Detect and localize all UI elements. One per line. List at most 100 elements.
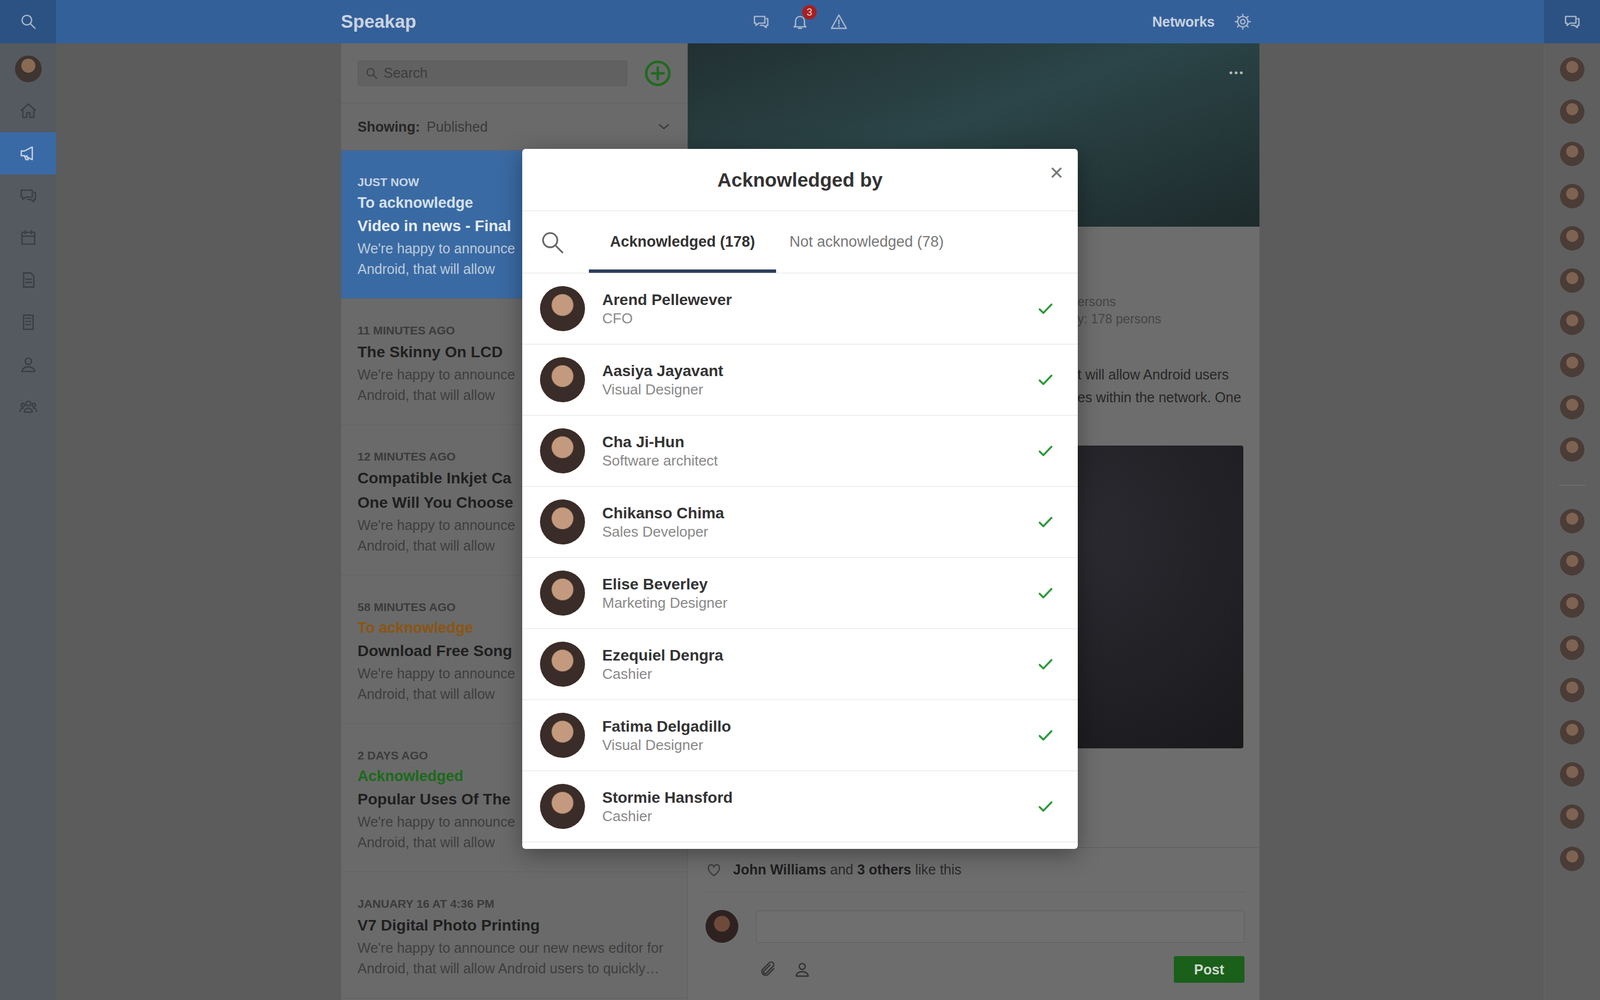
search-field[interactable]: Search [357,60,628,87]
search-icon[interactable] [540,230,565,255]
person-row[interactable]: Elise BeverleyMarketing Designer [522,557,1078,629]
contact-avatar[interactable] [1560,437,1585,462]
post-button[interactable]: Post [1173,956,1244,983]
person-row[interactable]: Fatima DelgadilloVisual Designer [522,700,1078,772]
person-name: Stormie Hansford [602,788,1020,808]
add-icon[interactable] [643,59,672,88]
likes-text[interactable]: John Williams and 3 others like this [733,861,962,878]
app-root: Speakap 3 Networks Search Showing:Published J… [0,0,1600,1000]
group-icon[interactable] [18,397,38,417]
sidebar-item[interactable] [0,258,57,302]
person-name: Cha Ji-Hun [602,432,1020,452]
tab-bar: Acknowledged (178)Not acknowledged (78) [522,211,1078,274]
person-role: CFO [602,309,1020,328]
person-role: Visual Designer [602,380,1020,399]
sidebar-item[interactable] [0,216,57,259]
chat-icon[interactable] [1563,12,1582,31]
person-row[interactable]: Aasiya JayavantVisual Designer [522,344,1078,416]
sidebar-item[interactable] [0,132,57,175]
contact-avatar[interactable] [1560,352,1585,378]
tab[interactable]: Acknowledged (178) [588,211,777,273]
person-avatar [540,286,585,332]
feed-item[interactable]: JANUARY 16 AT 4:36 PMV7 Digital Photo Pr… [341,872,688,999]
contact-avatar[interactable] [1560,677,1585,703]
close-button[interactable]: × [1049,161,1064,185]
sidebar-item[interactable] [0,90,57,133]
person-name: Ezequiel Dengra [602,646,1020,665]
calendar-icon[interactable] [18,228,38,248]
person-avatar [540,570,585,616]
global-search[interactable] [0,0,57,44]
feed-item-excerpt: We're happy to announce our new news edi… [357,937,672,959]
divider [1558,485,1586,486]
sidebar [0,43,57,1000]
person-role: Cashier [602,665,1020,683]
person-row[interactable]: Chikanso ChimaSales Developer [522,486,1078,558]
notification-badge: 3 [802,5,817,20]
feed-item-excerpt: Android, that will allow Android users t… [357,958,672,979]
person-avatar [540,428,585,474]
filter-dropdown[interactable]: Showing:Published [341,103,688,151]
sidebar-item[interactable] [0,343,57,386]
search-icon[interactable] [19,12,38,31]
contact-avatar[interactable] [1560,593,1585,618]
contact-avatar[interactable] [1560,635,1585,660]
contact-avatar[interactable] [1560,183,1585,209]
chat-icon[interactable] [752,12,770,31]
contact-avatar[interactable] [1560,395,1585,420]
chevron-down-icon [656,118,672,135]
person-name: Fatima Delgadillo [602,717,1020,737]
mention-person-icon[interactable] [793,960,812,979]
document-icon[interactable] [18,270,38,290]
person-row[interactable]: Cha Ji-HunSoftware architect [522,415,1078,487]
megaphone-icon[interactable] [18,143,38,163]
contact-avatar[interactable] [1560,310,1585,335]
person-row[interactable]: Arend PelleweverCFO [522,273,1078,345]
building-icon[interactable] [18,312,38,332]
heart-icon[interactable] [705,861,723,879]
contact-avatar[interactable] [1560,551,1585,576]
contacts-sidebar [1543,43,1600,1000]
contact-avatar[interactable] [1560,846,1585,872]
paperclip-icon[interactable] [758,960,777,979]
notifications[interactable]: 3 [791,12,809,31]
chat-icon[interactable] [18,186,38,205]
person-icon[interactable] [18,355,38,374]
sidebar-item[interactable] [0,301,57,344]
acknowledged-modal: Acknowledged by × Acknowledged (178)Not ac… [522,148,1078,849]
contact-avatar[interactable] [1560,141,1585,167]
person-name: Arend Pellewever [602,290,1020,310]
gear-icon[interactable] [1233,12,1252,31]
search-icon [365,66,379,80]
networks-link[interactable]: Networks [1152,13,1215,30]
home-icon[interactable] [18,101,38,121]
chat-toggle[interactable] [1543,0,1600,44]
more-icon[interactable] [1228,70,1244,76]
contact-avatar[interactable] [1560,268,1585,293]
check-icon [1036,726,1055,745]
contact-avatar[interactable] [1560,762,1585,787]
top-bar: Speakap 3 Networks [0,0,1600,44]
person-role: Software architect [602,451,1020,470]
warning-icon[interactable] [830,12,848,31]
feed-item-title: V7 Digital Photo Printing [357,913,672,938]
check-icon [1036,584,1055,603]
contact-avatar[interactable] [1560,99,1585,124]
contact-avatar[interactable] [1560,226,1585,251]
sidebar-item[interactable] [0,174,57,217]
contact-avatar[interactable] [1560,804,1585,829]
person-row[interactable]: Ezequiel DengraCashier [522,628,1078,700]
person-avatar [540,783,585,829]
contact-avatar[interactable] [1560,508,1585,534]
contact-avatar[interactable] [1560,720,1585,745]
tab[interactable]: Not acknowledged (78) [776,211,965,273]
sidebar-item[interactable] [0,385,57,428]
comment-input[interactable] [756,910,1245,943]
person-name: Elise Beverley [602,575,1020,594]
modal-title: Acknowledged by [717,168,883,192]
person-role: Cashier [602,807,1020,825]
contact-avatar[interactable] [1560,57,1585,82]
user-avatar[interactable] [15,55,42,83]
person-row[interactable]: Stormie HansfordCashier [522,771,1078,843]
logo[interactable]: Speakap [341,11,753,33]
